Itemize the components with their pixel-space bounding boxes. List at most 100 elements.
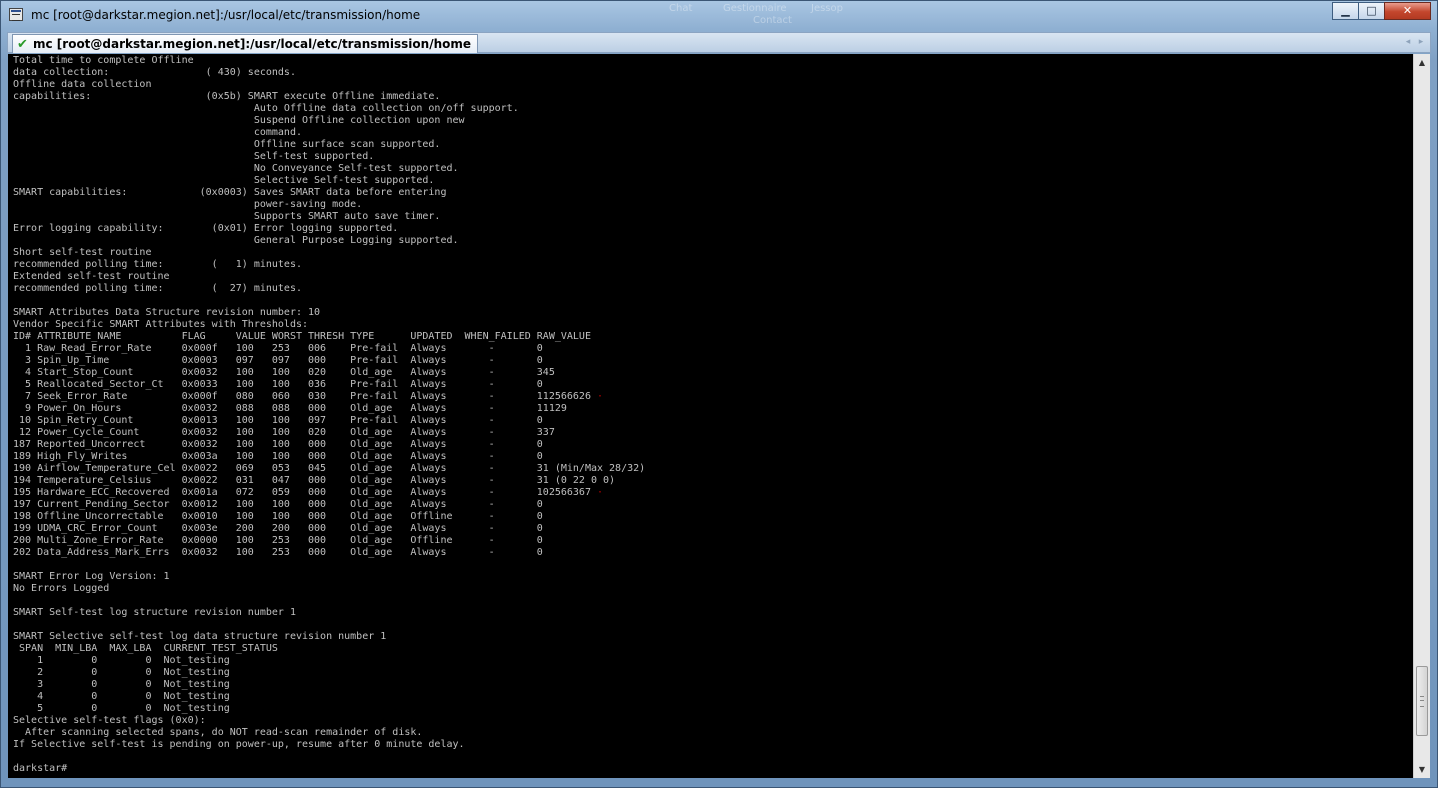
terminal-line: 198 Offline_Uncorrectable 0x0010 100 100… <box>13 511 1413 523</box>
scroll-tabs-left-icon[interactable]: ◂ <box>1402 36 1414 48</box>
terminal-line: Selective self-test flags (0x0): <box>13 715 1413 727</box>
terminal-line: 5 Reallocated_Sector_Ct 0x0033 100 100 0… <box>13 379 1413 391</box>
terminal-line: Selective Self-test supported. <box>13 175 1413 187</box>
terminal-line: 7 Seek_Error_Rate 0x000f 080 060 030 Pre… <box>13 391 1413 403</box>
terminal-line: SMART Error Log Version: 1 <box>13 571 1413 583</box>
terminal-line: Suspend Offline collection upon new <box>13 115 1413 127</box>
background-title-text: Jessop <box>811 3 843 14</box>
check-icon: ✔ <box>17 37 28 52</box>
terminal-line-text: 197 Current_Pending_Sector 0x0012 100 10… <box>13 499 543 510</box>
tab-bar: ✔ mc [root@darkstar.megion.net]:/usr/loc… <box>7 32 1431 53</box>
tab-session[interactable]: ✔ mc [root@darkstar.megion.net]:/usr/loc… <box>12 34 478 53</box>
scroll-down-icon[interactable]: ▼ <box>1414 761 1430 778</box>
terminal-line: SMART capabilities: (0x0003) Saves SMART… <box>13 187 1413 199</box>
terminal-line: 9 Power_On_Hours 0x0032 088 088 000 Old_… <box>13 403 1413 415</box>
terminal-line: 194 Temperature_Celsius 0x0022 031 047 0… <box>13 475 1413 487</box>
terminal-line: darkstar# <box>13 763 1413 775</box>
terminal-line: data collection: ( 430) seconds. <box>13 67 1413 79</box>
terminal-line-text: 194 Temperature_Celsius 0x0022 031 047 0… <box>13 475 616 486</box>
red-marker-icon: · <box>597 391 604 402</box>
terminal-line: Short self-test routine <box>13 247 1413 259</box>
terminal-line-text: SPAN MIN_LBA MAX_LBA CURRENT_TEST_STATUS <box>13 643 278 654</box>
terminal-output[interactable]: Total time to complete Offline data colle… <box>8 54 1413 778</box>
terminal-line: 202 Data_Address_Mark_Errs 0x0032 100 25… <box>13 547 1413 559</box>
terminal-line-text: ID# ATTRIBUTE_NAME FLAG VALUE WORST THRE… <box>13 331 591 342</box>
terminal-line-text: 195 Hardware_ECC_Recovered 0x001a 072 05… <box>13 487 591 498</box>
scrollbar-thumb[interactable] <box>1416 666 1428 736</box>
terminal-line-text: Offline surface scan supported. <box>13 139 441 150</box>
terminal-line-text: 12 Power_Cycle_Count 0x0032 100 100 020 … <box>13 427 555 438</box>
terminal-line: 195 Hardware_ECC_Recovered 0x001a 072 05… <box>13 487 1413 499</box>
terminal-line-text: data collection: ( 430) seconds. <box>13 67 296 78</box>
terminal-line-text: 202 Data_Address_Mark_Errs 0x0032 100 25… <box>13 547 543 558</box>
scroll-up-icon[interactable]: ▲ <box>1414 54 1430 71</box>
terminal-line-text: recommended polling time: ( 1) minutes. <box>13 259 302 270</box>
terminal-line-text: 187 Reported_Uncorrect 0x0032 100 100 00… <box>13 439 543 450</box>
terminal-line: 1 0 0 Not_testing <box>13 655 1413 667</box>
terminal-line-text: power-saving mode. <box>13 199 363 210</box>
title-bar[interactable]: mc [root@darkstar.megion.net]:/usr/local… <box>1 1 1437 29</box>
terminal-line-text: 3 Spin_Up_Time 0x0003 097 097 000 Pre-fa… <box>13 355 543 366</box>
terminal-line-text: 9 Power_On_Hours 0x0032 088 088 000 Old_… <box>13 403 567 414</box>
terminal-line-text: recommended polling time: ( 27) minutes. <box>13 283 302 294</box>
terminal-line-text: 5 0 0 Not_testing <box>13 703 230 714</box>
terminal-line: 4 Start_Stop_Count 0x0032 100 100 020 Ol… <box>13 367 1413 379</box>
terminal-line-text: If Selective self-test is pending on pow… <box>13 739 465 750</box>
scroll-tabs-right-icon[interactable]: ▸ <box>1415 36 1427 48</box>
terminal-line: Vendor Specific SMART Attributes with Th… <box>13 319 1413 331</box>
terminal-line: No Errors Logged <box>13 583 1413 595</box>
terminal-line: If Selective self-test is pending on pow… <box>13 739 1413 751</box>
close-button[interactable]: ✕ <box>1384 2 1431 20</box>
terminal-line: SMART Selective self-test log data struc… <box>13 631 1413 643</box>
terminal-line-text: Self-test supported. <box>13 151 375 162</box>
terminal-line-text: Selective Self-test supported. <box>13 175 435 186</box>
terminal-line: 190 Airflow_Temperature_Cel 0x0022 069 0… <box>13 463 1413 475</box>
terminal-line-text: Vendor Specific SMART Attributes with Th… <box>13 319 309 330</box>
terminal-line: Total time to complete Offline <box>13 55 1413 67</box>
terminal-line-text: 2 0 0 Not_testing <box>13 667 230 678</box>
vertical-scrollbar[interactable]: ▲ ▼ <box>1413 54 1430 778</box>
maximize-button[interactable]: □ <box>1358 2 1385 20</box>
minimize-button[interactable]: ▁ <box>1332 2 1359 20</box>
terminal-line: 187 Reported_Uncorrect 0x0032 100 100 00… <box>13 439 1413 451</box>
terminal-line-text: 10 Spin_Retry_Count 0x0013 100 100 097 P… <box>13 415 543 426</box>
terminal-line: Error logging capability: (0x01) Error l… <box>13 223 1413 235</box>
red-marker-icon: · <box>597 487 604 498</box>
window-title: mc [root@darkstar.megion.net]:/usr/local… <box>31 8 421 22</box>
terminal-line-text: SMART Selective self-test log data struc… <box>13 631 387 642</box>
background-title-text: Chat <box>669 3 693 14</box>
tab-label: mc [root@darkstar.megion.net]:/usr/local… <box>33 37 471 51</box>
terminal-window: mc [root@darkstar.megion.net]:/usr/local… <box>0 0 1438 788</box>
terminal-line-text: Offline data collection <box>13 79 152 90</box>
terminal-line: SPAN MIN_LBA MAX_LBA CURRENT_TEST_STATUS <box>13 643 1413 655</box>
terminal-line: recommended polling time: ( 27) minutes. <box>13 283 1413 295</box>
terminal-line: Offline data collection <box>13 79 1413 91</box>
terminal-line-text: Supports SMART auto save timer. <box>13 211 441 222</box>
terminal-line: Offline surface scan supported. <box>13 139 1413 151</box>
terminal-line-text: darkstar# <box>13 763 74 774</box>
terminal-line-text: 198 Offline_Uncorrectable 0x0010 100 100… <box>13 511 543 522</box>
terminal-line: 1 Raw_Read_Error_Rate 0x000f 100 253 006… <box>13 343 1413 355</box>
terminal-line-text: 190 Airflow_Temperature_Cel 0x0022 069 0… <box>13 463 646 474</box>
background-title-text: Gestionnaire <box>723 3 787 14</box>
terminal-line: 5 0 0 Not_testing <box>13 703 1413 715</box>
terminal-line-text: General Purpose Logging supported. <box>13 235 459 246</box>
terminal-line-text: 4 0 0 Not_testing <box>13 691 230 702</box>
terminal-line-text: 1 0 0 Not_testing <box>13 655 230 666</box>
terminal-line: No Conveyance Self-test supported. <box>13 163 1413 175</box>
terminal-line: After scanning selected spans, do NOT re… <box>13 727 1413 739</box>
terminal-line-text: SMART Self-test log structure revision n… <box>13 607 296 618</box>
terminal-line-text: 3 0 0 Not_testing <box>13 679 230 690</box>
terminal-line-text: Total time to complete Offline <box>13 55 194 66</box>
terminal-line: 4 0 0 Not_testing <box>13 691 1413 703</box>
terminal-line-text: 200 Multi_Zone_Error_Rate 0x0000 100 253… <box>13 535 543 546</box>
grip-icon <box>1420 696 1424 707</box>
terminal-line-text: 189 High_Fly_Writes 0x003a 100 100 000 O… <box>13 451 543 462</box>
terminal-app-icon[interactable] <box>9 8 23 21</box>
terminal-line-text: Error logging capability: (0x01) Error l… <box>13 223 399 234</box>
